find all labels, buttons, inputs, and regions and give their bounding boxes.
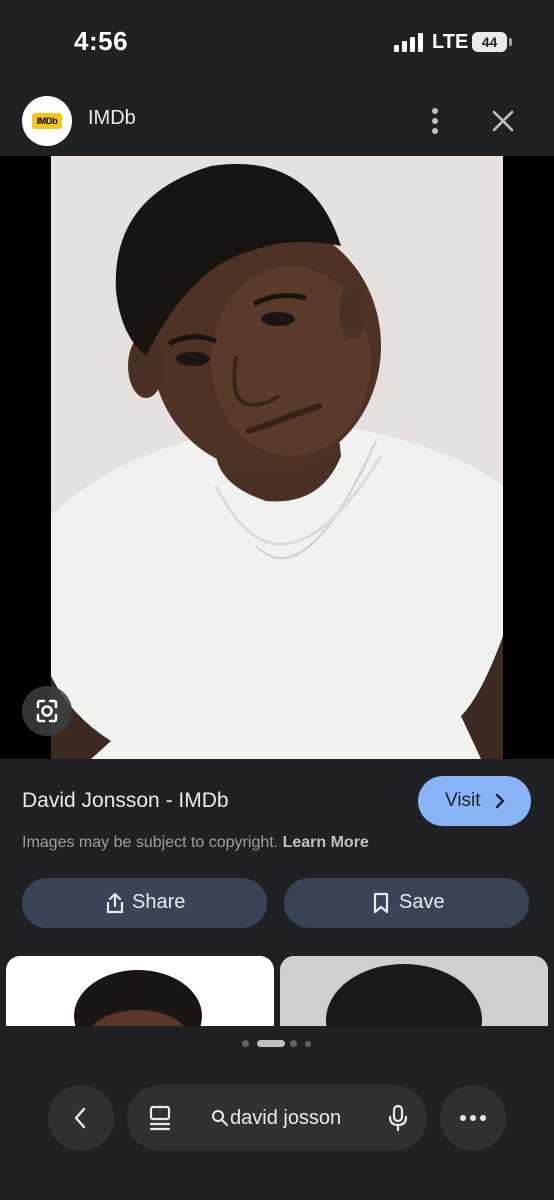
more-vert-icon[interactable] [420,104,450,138]
site-header: IMDb IMDb [0,86,554,156]
bottom-toolbar: david josson [0,1060,554,1200]
copyright-notice: Images may be subject to copyright. Lear… [22,834,369,852]
tabs-icon[interactable] [148,1105,174,1131]
carousel-dot [242,1040,249,1047]
related-images [0,956,554,1026]
share-label: Share [132,891,186,913]
share-icon [106,892,124,914]
result-title[interactable]: David Jonsson - IMDb [22,789,229,813]
copyright-text: Images may be subject to copyright. [22,834,279,851]
site-name[interactable]: IMDb [88,107,136,130]
microphone-icon[interactable] [387,1104,409,1132]
site-favicon: IMDb [22,96,72,146]
search-icon [212,1110,229,1127]
save-button[interactable]: Save [284,878,529,928]
more-horiz-icon [460,1115,486,1121]
status-time: 4:56 [74,26,129,56]
visit-button[interactable]: Visit [418,776,531,826]
battery-icon: 44 [472,32,512,52]
search-bar[interactable]: david josson [127,1085,427,1151]
network-type: LTE [432,31,469,53]
save-label: Save [399,891,445,913]
overflow-menu-button[interactable] [440,1085,506,1151]
bookmark-icon [373,892,389,914]
related-image-thumbnail[interactable] [280,956,548,1026]
learn-more-link[interactable]: Learn More [283,834,369,851]
close-icon[interactable] [486,104,520,138]
carousel-dot [290,1040,297,1047]
carousel-dot-active [257,1040,285,1047]
signal-icon [394,33,423,52]
visit-label: Visit [445,790,481,811]
carousel-dot [305,1040,311,1047]
back-button[interactable] [48,1085,114,1151]
portrait-photo[interactable] [51,156,503,759]
share-button[interactable]: Share [22,878,267,928]
lens-icon [36,699,58,723]
carousel-indicator [0,1038,554,1050]
lens-button[interactable] [22,686,72,736]
related-image-thumbnail[interactable] [6,956,274,1026]
battery-level: 44 [481,34,498,50]
chevron-right-icon [495,793,505,809]
image-viewer [0,156,554,759]
search-query[interactable]: david josson [230,1107,341,1130]
imdb-logo: IMDb [32,113,62,129]
chevron-left-icon [74,1107,86,1129]
status-bar: 4:56 LTE 44 [0,0,554,86]
